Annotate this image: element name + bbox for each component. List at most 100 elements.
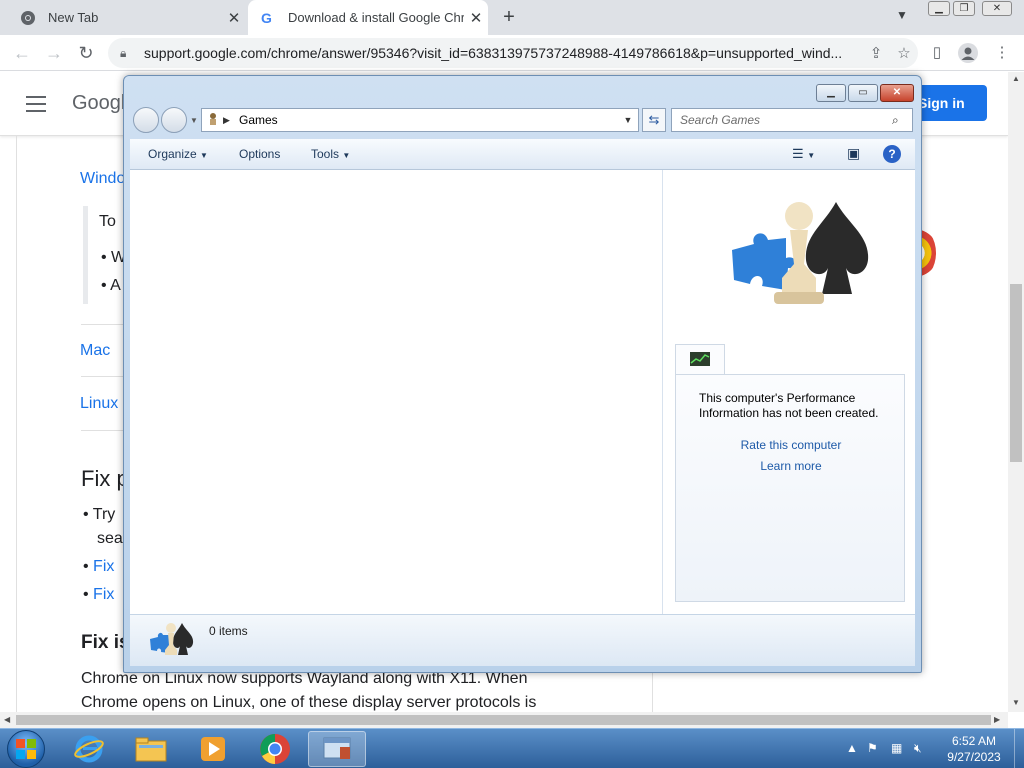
address-bar[interactable]: 🔒︎ support.google.com/chrome/answer/9534… xyxy=(108,38,918,68)
show-hidden-icons-icon[interactable]: ▲ xyxy=(846,741,858,755)
breadcrumb[interactable]: Games xyxy=(239,113,618,127)
scroll-right-arrow-icon[interactable]: ▶ xyxy=(994,715,1000,724)
organize-menu[interactable]: Organize ▼ xyxy=(148,147,208,161)
browser-toolbar: ← → ↻ 🔒︎ support.google.com/chrome/answe… xyxy=(0,35,1024,71)
try-text: • Try xyxy=(83,506,116,523)
lock-icon: 🔒︎ xyxy=(120,45,127,60)
media-player-icon[interactable] xyxy=(184,731,242,767)
chrome-taskbar-icon[interactable] xyxy=(246,731,304,767)
explorer-address-bar[interactable]: ▶ Games ▼ xyxy=(201,108,639,132)
menu-dots-icon[interactable]: ⋮ xyxy=(992,43,1012,63)
window-close-icon[interactable]: ✕ xyxy=(880,84,914,102)
breadcrumb-arrow-icon[interactable]: ▶ xyxy=(223,115,239,126)
system-clock[interactable]: 6:52 AM 9/27/2023 xyxy=(936,733,1012,765)
performance-chart-icon xyxy=(690,352,710,371)
scroll-left-arrow-icon[interactable]: ◀ xyxy=(4,715,10,724)
games-logo-icon xyxy=(724,194,874,318)
tab-close-icon[interactable]: ✕ xyxy=(222,9,246,27)
search-placeholder: Search Games xyxy=(680,113,761,127)
tab-close-icon[interactable]: ✕ xyxy=(464,9,488,27)
clock-date: 9/27/2023 xyxy=(947,750,1001,764)
chrome-favicon-icon xyxy=(20,10,36,26)
forward-button-icon[interactable] xyxy=(161,107,187,133)
window-minimize-icon[interactable]: ▁ xyxy=(816,84,846,102)
mac-link[interactable]: Mac xyxy=(80,342,110,360)
side-panel-icon[interactable]: ▯ xyxy=(927,43,947,63)
search-icon[interactable]: ⌕ xyxy=(892,113,912,128)
url-text[interactable]: support.google.com/chrome/answer/95346?v… xyxy=(144,45,862,61)
volume-muted-icon[interactable]: 🔇︎ xyxy=(914,741,922,756)
learn-more-link[interactable]: Learn more xyxy=(676,459,906,473)
performance-message: This computer's Performance Information … xyxy=(699,391,879,420)
games-small-icon xyxy=(148,619,194,668)
search-text: sea xyxy=(97,530,123,547)
scroll-up-arrow-icon[interactable]: ▲ xyxy=(1012,74,1020,83)
forward-arrow-icon[interactable]: → xyxy=(42,41,66,65)
windows-link[interactable]: Windo xyxy=(80,170,125,188)
games-folder-icon xyxy=(205,111,223,130)
google-logo[interactable]: Googl xyxy=(72,92,125,115)
network-icon[interactable]: ▦ xyxy=(891,741,902,755)
restore-icon[interactable]: ❐ xyxy=(953,1,975,16)
windows-logo-icon xyxy=(16,739,36,759)
rate-computer-link[interactable]: Rate this computer xyxy=(676,438,906,452)
tab-title: Download & install Google Chrome xyxy=(288,10,464,25)
linux-link[interactable]: Linux xyxy=(80,395,118,413)
view-options-icon[interactable]: ☰ ▼ xyxy=(792,146,815,162)
explorer-content: This computer's Performance Information … xyxy=(130,170,915,614)
tab-download-chrome[interactable]: G Download & install Google Chrome ✕ xyxy=(248,0,488,35)
scroll-down-arrow-icon[interactable]: ▼ xyxy=(1012,698,1020,707)
scrollbar-thumb[interactable] xyxy=(1010,284,1022,462)
search-games-input[interactable]: Search Games ⌕ xyxy=(671,108,913,132)
callout-bullet: • A xyxy=(101,277,121,294)
back-button-icon[interactable] xyxy=(133,107,159,133)
fix-link[interactable]: Fix xyxy=(93,586,114,603)
paragraph-line: Chrome opens on Linux, one of these disp… xyxy=(81,694,537,711)
hamburger-menu-icon[interactable] xyxy=(26,96,46,112)
fix-bullet: • Fix xyxy=(83,586,115,603)
tab-title: New Tab xyxy=(48,10,99,25)
callout-bar xyxy=(83,206,88,304)
fix-heading: Fix p xyxy=(81,466,129,491)
file-explorer-icon[interactable] xyxy=(122,731,180,767)
performance-tab[interactable] xyxy=(675,344,725,375)
vertical-scrollbar[interactable]: ▲ ▼ xyxy=(1008,72,1024,712)
callout-text: To xyxy=(99,213,116,230)
help-icon[interactable]: ? xyxy=(883,145,901,163)
file-list-pane[interactable] xyxy=(130,170,663,614)
options-button[interactable]: Options xyxy=(239,147,280,161)
scrollbar-thumb[interactable] xyxy=(16,715,991,725)
new-tab-button[interactable]: + xyxy=(498,6,520,28)
tools-menu[interactable]: Tools ▼ xyxy=(311,147,350,161)
reload-icon[interactable]: ↻ xyxy=(74,41,98,65)
window-maximize-icon[interactable]: ▭ xyxy=(848,84,878,102)
fix-link[interactable]: Fix xyxy=(93,558,114,575)
minimize-icon[interactable]: ▁ xyxy=(928,1,950,16)
performance-panel: This computer's Performance Information … xyxy=(675,374,905,602)
horizontal-scrollbar[interactable]: ◀ ▶ xyxy=(0,712,1008,728)
details-pane: 0 items xyxy=(130,614,915,666)
refresh-icon[interactable]: ⇆ xyxy=(642,108,666,132)
clock-time: 6:52 AM xyxy=(951,734,997,748)
preview-pane: This computer's Performance Information … xyxy=(664,170,915,614)
profile-avatar-icon[interactable] xyxy=(958,43,978,63)
tab-search-chevron-icon[interactable]: ▼ xyxy=(896,8,908,22)
svg-text:G: G xyxy=(261,10,272,26)
bookmark-star-icon[interactable]: ☆ xyxy=(890,44,918,62)
google-favicon-icon: G xyxy=(260,10,276,26)
command-bar: Organize ▼ Options Tools ▼ ☰ ▼ ▣ ? xyxy=(130,139,915,170)
show-desktop-button[interactable] xyxy=(1014,729,1024,768)
action-center-flag-icon[interactable]: ⚑ xyxy=(867,741,878,755)
close-icon[interactable]: ✕ xyxy=(982,1,1012,16)
share-icon[interactable]: ⇪ xyxy=(862,44,890,62)
history-chevron-icon[interactable]: ▼ xyxy=(190,116,198,125)
address-dropdown-icon[interactable]: ▼ xyxy=(618,115,638,125)
back-arrow-icon[interactable]: ← xyxy=(10,41,34,65)
taskbar: ▲ ⚑ ▦ 🔇︎ 6:52 AM 9/27/2023 xyxy=(0,728,1024,768)
games-explorer-taskbar-icon[interactable] xyxy=(308,731,366,767)
tab-strip: New Tab ✕ G Download & install Google Ch… xyxy=(0,0,1024,35)
tab-new-tab[interactable]: New Tab ✕ xyxy=(8,0,246,35)
start-button[interactable] xyxy=(7,730,45,768)
internet-explorer-icon[interactable] xyxy=(60,731,118,767)
preview-pane-icon[interactable]: ▣ xyxy=(847,145,860,162)
